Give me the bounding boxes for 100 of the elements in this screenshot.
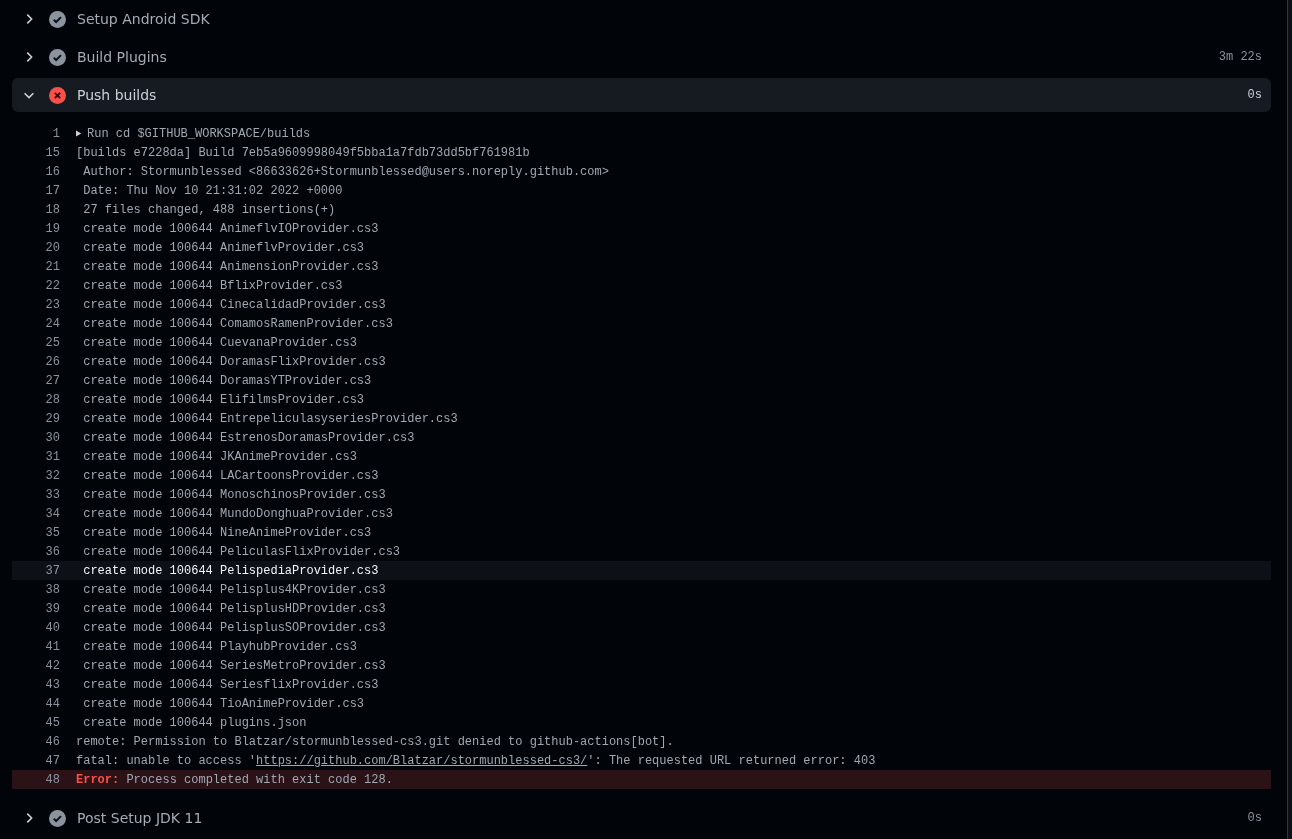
line-number: 36 [44, 544, 60, 559]
line-number: 37 [44, 563, 60, 578]
log-line[interactable]: 32 create mode 100644 LACartoonsProvider.cs3 [12, 466, 1271, 485]
line-number: 18 [44, 202, 60, 217]
log-text: create mode 100644 PelisplusHDProvider.cs3 [82, 601, 386, 616]
log-line[interactable]: 21 create mode 100644 AnimensionProvider.cs3 [12, 257, 1271, 276]
log-line[interactable]: 27 create mode 100644 DoramasYTProvider.cs3 [12, 371, 1271, 390]
step-name: Post Setup JDK 11 [77, 810, 204, 826]
line-number: 21 [44, 259, 60, 274]
log-line[interactable]: 40 create mode 100644 PelisplusSOProvider.cs3 [12, 618, 1271, 637]
log-text: create mode 100644 NineAnimeProvider.cs3 [82, 525, 372, 540]
log-text: create mode 100644 Pelisplus4KProvider.cs3 [82, 582, 386, 597]
line-number: 31 [44, 449, 60, 464]
log-line[interactable]: 22 create mode 100644 BflixProvider.cs3 [12, 276, 1271, 295]
log-text: Date: Thu Nov 10 21:31:02 2022 +0000 [82, 183, 343, 198]
log-text: create mode 100644 LACartoonsProvider.cs3 [82, 468, 379, 483]
log-text: create mode 100644 CinecalidadProvider.cs3 [82, 297, 386, 312]
line-number: 20 [44, 240, 60, 255]
log-text: create mode 100644 ComamosRamenProvider.cs3 [82, 316, 393, 331]
log-line[interactable]: 1 Run cd $GITHUB_WORKSPACE/builds [12, 124, 1271, 143]
log-text: Author: Stormunblessed <86633626+Stormunblessed@users.noreply.github.com> [82, 164, 609, 179]
log-line[interactable]: 34 create mode 100644 MundoDonghuaProvider.cs3 [12, 504, 1271, 523]
step-row[interactable]: Build Plugins 3m 22s [12, 40, 1271, 74]
log-text: create mode 100644 EstrenosDoramasProvider.cs3 [82, 430, 415, 445]
line-number: 27 [44, 373, 60, 388]
log-line[interactable]: 25 create mode 100644 CuevanaProvider.cs3 [12, 333, 1271, 352]
log-line[interactable]: 20 create mode 100644 AnimeflvProvider.cs3 [12, 238, 1271, 257]
log-text: create mode 100644 MundoDonghuaProvider.cs3 [82, 506, 393, 521]
log-text: 27 files changed, 488 insertions(+) [82, 202, 336, 217]
log-line[interactable]: 41 create mode 100644 PlayhubProvider.cs3 [12, 637, 1271, 656]
log-text: create mode 100644 plugins.json [82, 715, 307, 730]
line-number: 19 [44, 221, 60, 236]
line-number: 35 [44, 525, 60, 540]
line-number: 24 [44, 316, 60, 331]
step-row[interactable]: Post Setup JDK 11 0s [12, 801, 1271, 835]
line-number: 44 [44, 696, 60, 711]
log-line[interactable]: 24 create mode 100644 ComamosRamenProvider.cs3 [12, 314, 1271, 333]
log-text: create mode 100644 TioAnimeProvider.cs3 [82, 696, 365, 711]
line-number: 22 [44, 278, 60, 293]
log-text: create mode 100644 PeliculasFlixProvider.cs3 [82, 544, 401, 559]
log-text: Process completed with exit code 128. [125, 772, 393, 787]
log-line[interactable]: 28 create mode 100644 ElifilmsProvider.cs3 [12, 390, 1271, 409]
line-number: 45 [44, 715, 60, 730]
log-line[interactable]: 42 create mode 100644 SeriesMetroProvider.cs3 [12, 656, 1271, 675]
log-text: create mode 100644 AnimensionProvider.cs3 [82, 259, 379, 274]
line-number: 30 [44, 430, 60, 445]
log-text: create mode 100644 MonoschinosProvider.cs3 [82, 487, 386, 502]
line-number: 32 [44, 468, 60, 483]
log-text: create mode 100644 AnimeflvProvider.cs3 [82, 240, 365, 255]
line-number: 1 [51, 126, 60, 141]
log-line[interactable]: 38 create mode 100644 Pelisplus4KProvider.cs3 [12, 580, 1271, 599]
step-name: Push builds [77, 87, 158, 103]
line-number: 16 [44, 164, 60, 179]
log-line[interactable]: 46 remote: Permission to Blatzar/stormunblessed-cs3.git denied to github-actions[bot]. [12, 732, 1271, 751]
log-text: create mode 100644 PlayhubProvider.cs3 [82, 639, 357, 654]
log-line[interactable]: 19 create mode 100644 AnimeflvIOProvider.cs3 [12, 219, 1271, 238]
line-number: 15 [44, 145, 60, 160]
log-line[interactable]: 15 [builds e7228da] Build 7eb5a9609998049f5bba1a7fdb73dd5bf761981b [12, 143, 1271, 162]
log-link[interactable]: https://github.com/Blatzar/stormunblessed-cs3/ [256, 753, 588, 768]
log-text: [builds e7228da] Build 7eb5a9609998049f5bba1a7fdb73dd5bf761981b [76, 145, 530, 160]
log-text: Run cd $GITHUB_WORKSPACE/builds [87, 126, 311, 141]
step-row[interactable]: Push builds 0s [12, 78, 1271, 112]
step-name: Setup Android SDK [77, 11, 211, 27]
log-line[interactable]: 35 create mode 100644 NineAnimeProvider.cs3 [12, 523, 1271, 542]
log-line[interactable]: 39 create mode 100644 PelisplusHDProvider.cs3 [12, 599, 1271, 618]
log-line[interactable]: 18 27 files changed, 488 insertions(+) [12, 200, 1271, 219]
log-line[interactable]: 17 Date: Thu Nov 10 21:31:02 2022 +0000 [12, 181, 1271, 200]
log-text: create mode 100644 SeriesflixProvider.cs3 [82, 677, 379, 692]
log-line[interactable]: 43 create mode 100644 SeriesflixProvider.cs3 [12, 675, 1271, 694]
log-line[interactable]: 29 create mode 100644 EntrepeliculasyseriesProvider.cs3 [12, 409, 1271, 428]
line-number: 38 [44, 582, 60, 597]
log-line[interactable]: 23 create mode 100644 CinecalidadProvider.cs3 [12, 295, 1271, 314]
log-text: create mode 100644 DoramasYTProvider.cs3 [82, 373, 372, 388]
log-line[interactable]: 26 create mode 100644 DoramasFlixProvider.cs3 [12, 352, 1271, 371]
log-text: create mode 100644 PelispediaProvider.cs3 [82, 563, 379, 578]
line-number: 39 [44, 601, 60, 616]
log-line[interactable]: 16 Author: Stormunblessed <86633626+Stormunblessed@users.noreply.github.com> [12, 162, 1271, 181]
log-line[interactable]: 36 create mode 100644 PeliculasFlixProvider.cs3 [12, 542, 1271, 561]
step-duration: 3m 22s [1218, 50, 1262, 64]
line-number: 29 [44, 411, 60, 426]
log-text: create mode 100644 BflixProvider.cs3 [82, 278, 343, 293]
log-text: create mode 100644 AnimeflvIOProvider.cs3 [82, 221, 379, 236]
log-line[interactable]: 47 fatal: unable to access 'https://github.com/Blatzar/stormunblessed-cs3/': The requested URL returned error: 403 [12, 751, 1271, 770]
line-number: 43 [44, 677, 60, 692]
expand-triangle-icon[interactable] [76, 130, 82, 137]
line-number: 42 [44, 658, 60, 673]
log-text: create mode 100644 CuevanaProvider.cs3 [82, 335, 357, 350]
step-row[interactable]: Setup Android SDK [12, 2, 1271, 36]
log-text: create mode 100644 PelisplusSOProvider.cs3 [82, 620, 386, 635]
log-line[interactable]: 31 create mode 100644 JKAnimeProvider.cs3 [12, 447, 1271, 466]
log-line[interactable]: 30 create mode 100644 EstrenosDoramasProvider.cs3 [12, 428, 1271, 447]
log-text: fatal: unable to access ' [76, 753, 257, 768]
log-text: create mode 100644 SeriesMetroProvider.cs3 [82, 658, 386, 673]
log-text: ': The requested URL returned error: 403 [587, 753, 876, 768]
log-line[interactable]: 45 create mode 100644 plugins.json [12, 713, 1271, 732]
log-line[interactable]: 44 create mode 100644 TioAnimeProvider.cs3 [12, 694, 1271, 713]
log-line[interactable]: 33 create mode 100644 MonoschinosProvider.cs3 [12, 485, 1271, 504]
log-text: create mode 100644 EntrepeliculasyseriesProvider.cs3 [82, 411, 458, 426]
error-label: Error: [76, 772, 120, 787]
line-number: 17 [44, 183, 60, 198]
